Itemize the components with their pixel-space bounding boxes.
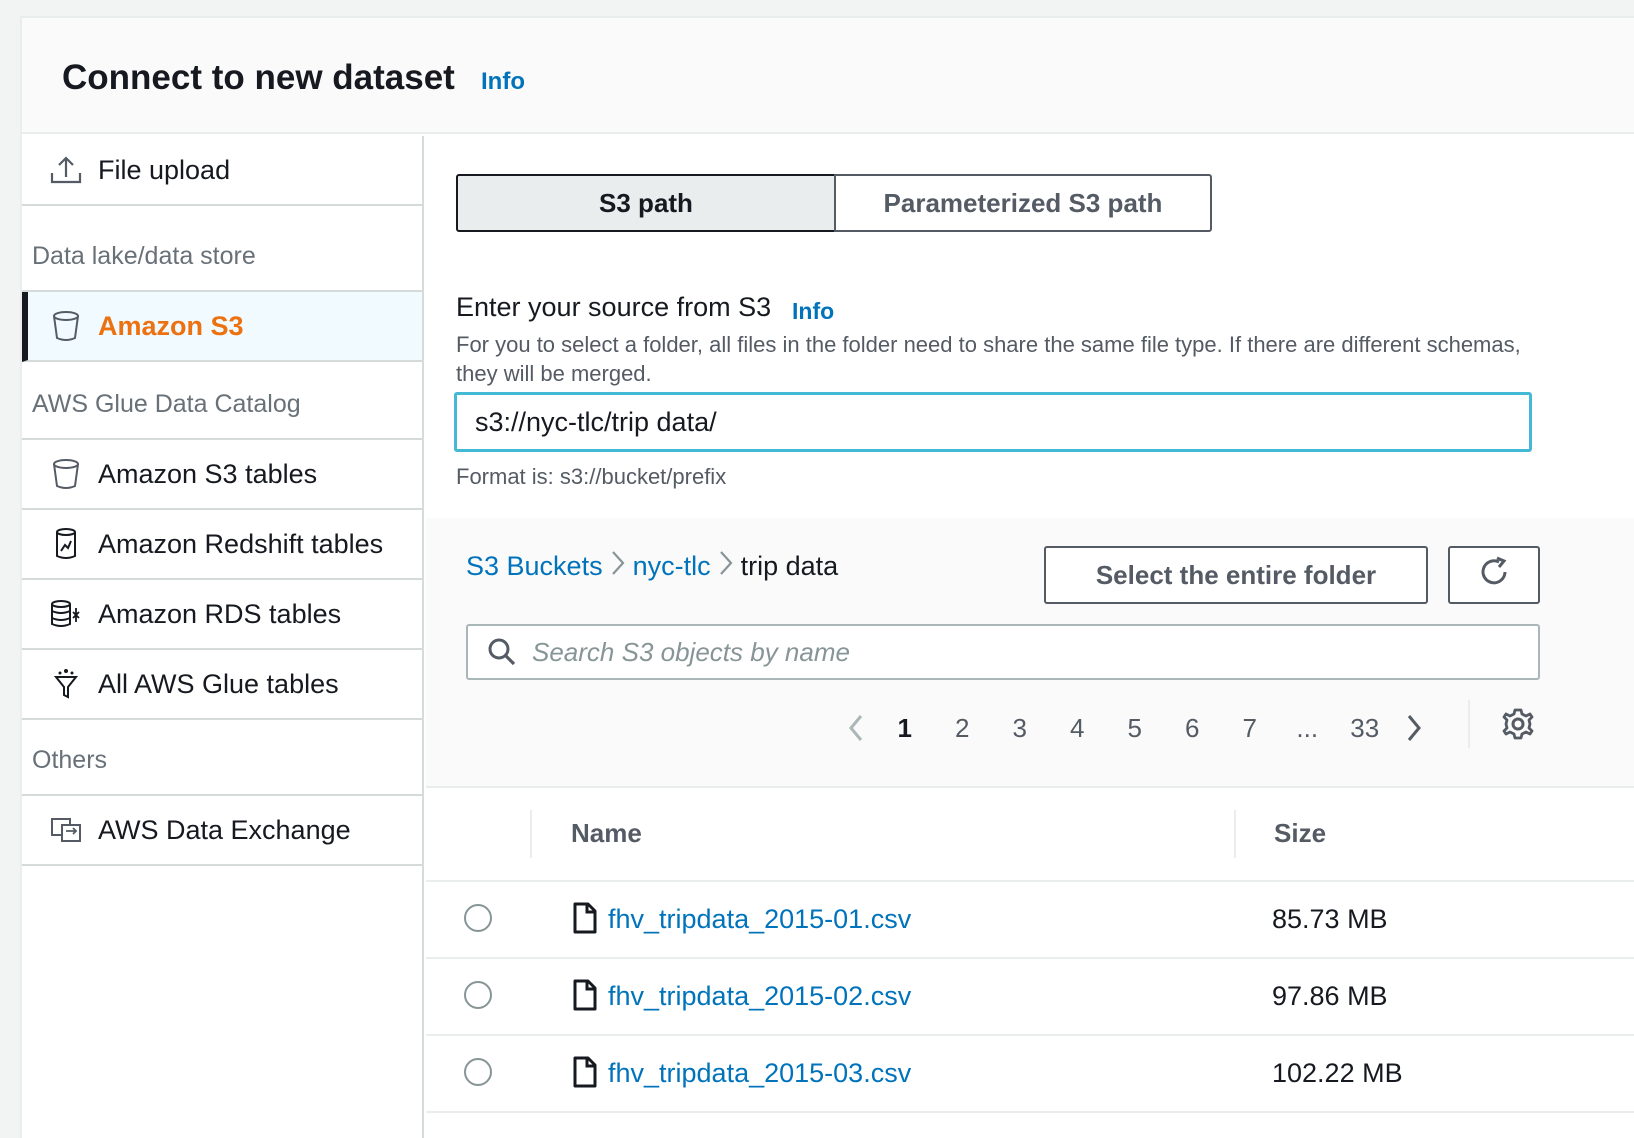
- divider: [1468, 700, 1470, 748]
- data-exchange-icon: [48, 812, 84, 848]
- sidebar-item-rds-tables[interactable]: Amazon RDS tables: [22, 580, 422, 650]
- bucket-icon: [48, 308, 84, 344]
- page-6[interactable]: 6: [1164, 713, 1222, 744]
- row-radio[interactable]: [464, 981, 492, 1009]
- gear-icon[interactable]: [1500, 706, 1536, 742]
- table-row[interactable]: fhv_tripdata_2015-01.csv 85.73 MB: [426, 882, 1634, 959]
- page-3[interactable]: 3: [991, 713, 1049, 744]
- pagination: 1 2 3 4 5 6 7 ... 33: [836, 708, 1434, 748]
- source-sidebar: File upload Data lake/data store Amazon …: [22, 136, 424, 1138]
- upload-icon: [48, 152, 84, 188]
- s3-objects-table: Name Size fhv_tripdata_2015-01.csv 85.73…: [426, 786, 1634, 1138]
- segment-parameterized-s3-path[interactable]: Parameterized S3 path: [834, 174, 1212, 232]
- bucket-icon: [48, 456, 84, 492]
- table-row[interactable]: fhv_tripdata_2015-03.csv 102.22 MB: [426, 1036, 1634, 1113]
- s3-path-input[interactable]: [454, 392, 1532, 452]
- source-format-hint: Format is: s3://bucket/prefix: [456, 464, 727, 489]
- sidebar-item-label: Amazon S3: [98, 310, 244, 341]
- sidebar-item-amazon-s3[interactable]: Amazon S3: [22, 292, 422, 362]
- select-entire-folder-button[interactable]: Select the entire folder: [1044, 546, 1428, 604]
- file-icon: [572, 902, 598, 934]
- sidebar-group-data-lake: Data lake/data store: [32, 242, 256, 270]
- column-divider: [1234, 810, 1236, 858]
- file-name-link[interactable]: fhv_tripdata_2015-01.csv: [608, 904, 911, 935]
- source-label: Enter your source from S3: [456, 292, 772, 322]
- search-input[interactable]: [532, 636, 1512, 668]
- rds-icon: [48, 596, 84, 632]
- header-info-link[interactable]: Info: [481, 68, 525, 96]
- sidebar-item-label: All AWS Glue tables: [98, 668, 339, 699]
- main-content: S3 path Parameterized S3 path Enter your…: [426, 136, 1634, 1138]
- breadcrumb-s3-buckets[interactable]: S3 Buckets: [466, 551, 603, 582]
- file-name-link[interactable]: fhv_tripdata_2015-02.csv: [608, 981, 911, 1012]
- sidebar-item-label: AWS Data Exchange: [98, 814, 351, 845]
- table-row[interactable]: fhv_tripdata_2015-02.csv 97.86 MB: [426, 959, 1634, 1036]
- row-radio[interactable]: [464, 904, 492, 932]
- sidebar-group-others: Others: [32, 746, 108, 774]
- file-size: 97.86 MB: [1272, 981, 1388, 1011]
- sidebar-item-label: Amazon S3 tables: [98, 458, 318, 489]
- next-page-chevron-right-icon[interactable]: [1394, 712, 1434, 744]
- sidebar-item-data-exchange[interactable]: AWS Data Exchange: [22, 796, 422, 866]
- page-7[interactable]: 7: [1221, 713, 1279, 744]
- search-objects-box: [466, 624, 1540, 680]
- refresh-icon: [1477, 555, 1511, 596]
- file-icon: [572, 979, 598, 1011]
- column-header-size[interactable]: Size: [1274, 818, 1326, 849]
- row-radio[interactable]: [464, 1058, 492, 1086]
- page-ellipsis: ...: [1296, 712, 1319, 743]
- refresh-button[interactable]: [1448, 546, 1540, 604]
- segment-s3-path[interactable]: S3 path: [456, 174, 836, 232]
- glue-funnel-icon: [48, 666, 84, 702]
- sidebar-item-redshift-tables[interactable]: Amazon Redshift tables: [22, 510, 422, 580]
- column-divider: [530, 810, 532, 858]
- page-title: Connect to new dataset: [62, 58, 455, 97]
- file-name-link[interactable]: fhv_tripdata_2015-03.csv: [608, 1058, 911, 1089]
- breadcrumb-current: trip data: [740, 551, 839, 581]
- sidebar-item-all-glue-tables[interactable]: All AWS Glue tables: [22, 650, 422, 720]
- page-2[interactable]: 2: [934, 713, 992, 744]
- sidebar-item-label: Amazon RDS tables: [98, 598, 342, 629]
- page-4[interactable]: 4: [1049, 713, 1107, 744]
- sidebar-item-label: File upload: [98, 154, 231, 185]
- file-size: 102.22 MB: [1272, 1058, 1403, 1088]
- redshift-icon: [48, 526, 84, 562]
- source-description: For you to select a folder, all files in…: [456, 332, 1521, 386]
- sidebar-item-label: Amazon Redshift tables: [98, 528, 384, 559]
- page-5[interactable]: 5: [1106, 713, 1164, 744]
- search-icon: [486, 636, 518, 668]
- chevron-right-icon: [609, 548, 627, 585]
- column-header-name[interactable]: Name: [571, 818, 642, 849]
- connect-dataset-panel: Connect to new dataset Info File upload …: [20, 16, 1634, 1138]
- sidebar-item-s3-tables[interactable]: Amazon S3 tables: [22, 440, 422, 510]
- panel-header: Connect to new dataset Info: [22, 18, 1634, 134]
- source-info-link[interactable]: Info: [792, 298, 834, 325]
- chevron-right-icon: [717, 548, 735, 585]
- file-size: 85.73 MB: [1272, 904, 1388, 934]
- breadcrumb: S3 Buckets nyc-tlc trip data: [466, 548, 838, 585]
- sidebar-group-glue: AWS Glue Data Catalog: [32, 390, 301, 418]
- table-header: Name Size: [426, 786, 1634, 882]
- s3-browser: S3 Buckets nyc-tlc trip data Select the …: [426, 518, 1634, 786]
- page-1[interactable]: 1: [876, 713, 934, 744]
- previous-page-chevron-left-icon[interactable]: [836, 712, 876, 744]
- file-icon: [572, 1056, 598, 1088]
- sidebar-item-file-upload[interactable]: File upload: [22, 136, 422, 206]
- breadcrumb-bucket[interactable]: nyc-tlc: [633, 551, 711, 582]
- page-33[interactable]: 33: [1336, 713, 1394, 744]
